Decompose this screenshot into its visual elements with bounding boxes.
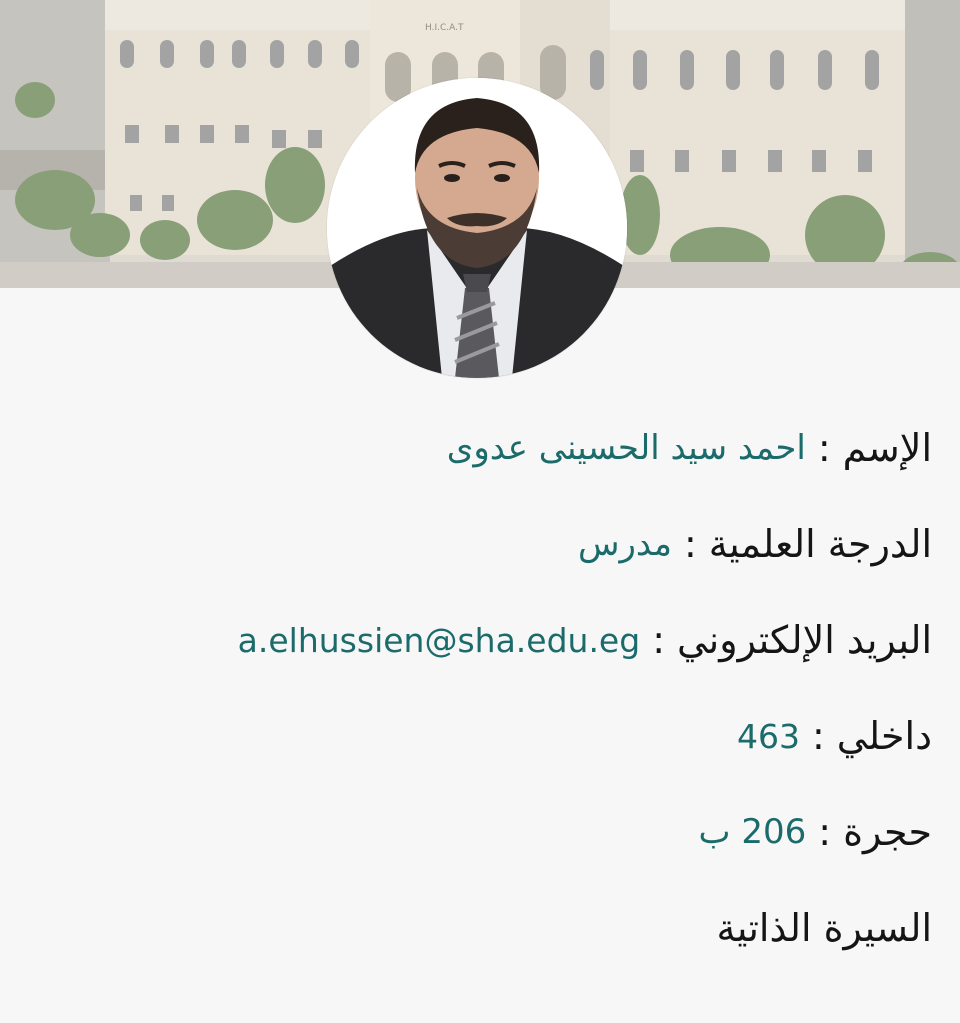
email-row: البريد الإلكتروني : a.elhussien@sha.edu.… xyxy=(32,592,932,688)
extension-value: 463 xyxy=(736,716,800,756)
profile-avatar xyxy=(327,78,627,378)
profile-info-list: الإسم : احمد سيد الحسينى عدوى الدرجة الع… xyxy=(32,400,932,976)
separator: : xyxy=(652,618,665,662)
room-value: 206 ب xyxy=(698,812,807,852)
name-row: الإسم : احمد سيد الحسينى عدوى xyxy=(32,400,932,496)
name-value: احمد سيد الحسينى عدوى xyxy=(446,428,806,468)
room-label: حجرة xyxy=(843,810,932,854)
separator: : xyxy=(683,522,697,566)
cv-row: السيرة الذاتية xyxy=(32,880,932,976)
separator: : xyxy=(811,714,825,758)
extension-label: داخلي xyxy=(836,714,932,758)
email-link[interactable]: a.elhussien@sha.edu.eg xyxy=(238,621,641,660)
separator: : xyxy=(817,426,831,470)
name-label: الإسم xyxy=(842,426,932,470)
degree-row: الدرجة العلمية : مدرس xyxy=(32,496,932,592)
degree-value: مدرس xyxy=(577,524,672,564)
separator: : xyxy=(818,810,832,854)
degree-label: الدرجة العلمية xyxy=(708,522,932,566)
email-label: البريد الإلكتروني xyxy=(677,618,932,662)
room-row: حجرة : 206 ب xyxy=(32,784,932,880)
extension-row: داخلي : 463 xyxy=(32,688,932,784)
person-portrait-illustration xyxy=(327,78,627,378)
cv-link[interactable]: السيرة الذاتية xyxy=(716,906,932,950)
